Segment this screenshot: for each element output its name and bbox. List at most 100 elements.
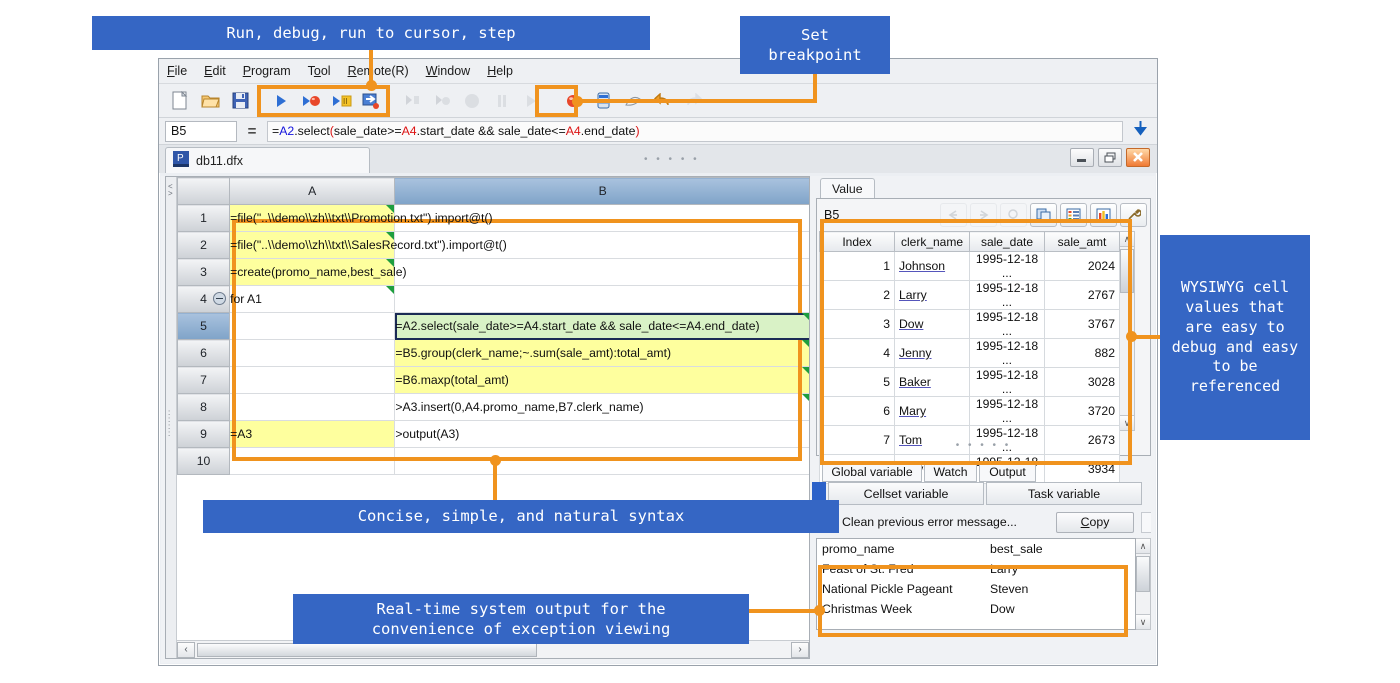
row-header-4[interactable]: 4: [177, 285, 231, 313]
output-line: promo_name best_sale: [822, 542, 1130, 562]
cell-text: =file("..\\demo\\zh\\txt\\Promotion.txt"…: [230, 211, 493, 225]
new-file-icon[interactable]: [167, 89, 193, 113]
arrow-down-icon[interactable]: [1129, 120, 1151, 142]
bottom-tab-cellset-variable[interactable]: Cellset variable: [828, 482, 984, 505]
cell-text: =A2.select(sale_date>=A4.start_date && s…: [395, 319, 760, 333]
collapse-toggle-icon[interactable]: [213, 292, 227, 305]
formula-token: A2: [279, 124, 295, 138]
bottom-tab-watch[interactable]: Watch: [924, 462, 977, 482]
bottom-tab-task-variable[interactable]: Task variable: [986, 482, 1142, 505]
bottom-tab-global-variable[interactable]: Global variable: [822, 462, 922, 482]
row-header-3[interactable]: 3: [177, 258, 231, 286]
bottom-tab-output[interactable]: Output: [979, 462, 1036, 482]
row-header-6[interactable]: 6: [177, 339, 231, 367]
formula-token: .end_date: [580, 124, 636, 138]
connector-breakpoint-v: [813, 74, 817, 102]
formula-token: A4: [401, 124, 417, 138]
formula-input[interactable]: = A2 .select(sale_date>= A4 .start_date && s…: [267, 120, 1123, 142]
menu-item-tool[interactable]: Tool: [308, 64, 331, 78]
minimize-button[interactable]: [1070, 148, 1094, 167]
row-header-7[interactable]: 7: [177, 366, 231, 394]
cell-text: =B6.maxp(total_amt): [395, 373, 509, 387]
callout-output-line2: convenience of exception viewing: [371, 620, 671, 638]
menu-item-file[interactable]: File: [167, 64, 187, 78]
cell-text: =B5.group(clerk_name;~.sum(sale_amt):tot…: [395, 346, 672, 360]
output-scroll-down-button[interactable]: ∨: [1136, 614, 1150, 629]
column-header-B[interactable]: B: [394, 177, 809, 205]
window-controls: [1070, 148, 1150, 167]
close-button[interactable]: [1126, 148, 1150, 167]
menu-item-help[interactable]: Help: [487, 64, 513, 78]
sheet-gutter[interactable]: < > ::::: [166, 177, 177, 658]
dfx-file-icon: P: [173, 151, 189, 170]
pause-disabled-icon: [489, 89, 515, 113]
bottom-tabs-row-2: Cellset variable Task variable: [816, 482, 1151, 506]
document-tab-row: P db11.dfx • • • • •: [159, 145, 1157, 173]
row-header-10[interactable]: 10: [177, 447, 231, 475]
menu-item-remoter[interactable]: Remote(R): [348, 64, 409, 78]
document-tab-db11[interactable]: P db11.dfx: [165, 147, 370, 173]
menu-item-edit[interactable]: Edit: [204, 64, 226, 78]
output-col2: best_sale: [990, 542, 1043, 556]
menu-bar: File Edit Program Tool Remote(R) Window Help: [159, 59, 1157, 84]
scroll-right-button[interactable]: ›: [791, 641, 809, 658]
open-folder-icon[interactable]: [197, 89, 223, 113]
cell-note-marker-icon: [802, 340, 809, 348]
callout-breakpoint-line2: breakpoint: [768, 46, 862, 64]
connector-dot-wysiwyg: [1126, 331, 1137, 342]
copy-button[interactable]: Copy: [1056, 511, 1134, 533]
formula-token: .start_date && sale_date<=: [416, 124, 566, 138]
document-tab-label: db11.dfx: [196, 153, 244, 168]
callout-wysiwyg: WYSIWYG cell values that are easy to deb…: [1160, 235, 1310, 440]
splitter-dots[interactable]: • • • • •: [644, 154, 700, 165]
row-header-2[interactable]: 2: [177, 231, 231, 259]
menu-item-window[interactable]: Window: [426, 64, 470, 78]
callout-breakpoint-line1: Set: [801, 25, 829, 44]
grid-corner[interactable]: [177, 177, 231, 205]
row-header-8[interactable]: 8: [177, 393, 231, 421]
cell-text: >A3.insert(0,A4.promo_name,B7.clerk_name…: [395, 400, 644, 414]
menu-item-program[interactable]: Program: [243, 64, 291, 78]
tab-value[interactable]: Value: [820, 178, 875, 198]
callout-run-debug: Run, debug, run to cursor, step: [92, 16, 650, 50]
clean-error-label: Clean previous error message...: [842, 515, 1017, 529]
connector-dot-output: [814, 605, 825, 616]
callout-output-line1: Real-time system output for the: [376, 599, 666, 618]
column-header-A[interactable]: A: [229, 177, 396, 205]
step-out-disabled-icon: [429, 89, 455, 113]
cell-note-marker-icon: [802, 313, 809, 321]
row-header-1[interactable]: 1: [177, 204, 231, 232]
output-scroll-thumb[interactable]: [1136, 556, 1150, 592]
stop-disabled-icon: [459, 89, 485, 113]
cell-text: =create(promo_name,best_sale): [230, 265, 407, 279]
save-icon[interactable]: [227, 89, 253, 113]
copy-button-label: opy: [1089, 515, 1110, 529]
scroll-left-button[interactable]: ‹: [177, 641, 195, 658]
callout-output: Real-time system output for the convenie…: [293, 594, 749, 644]
connector-dot-run: [366, 80, 377, 91]
cell-B5[interactable]: =A2.select(sale_date>=A4.start_date && s…: [394, 312, 809, 340]
highlight-output-panel: [818, 565, 1128, 637]
output-col1: promo_name: [822, 542, 895, 556]
connector-output: [749, 609, 821, 613]
copy-button-mnemonic: C: [1080, 515, 1090, 529]
highlight-cell-grid: [232, 219, 802, 461]
highlight-value-panel: [820, 219, 1132, 465]
step-into-disabled-icon: [399, 89, 425, 113]
formula-token: .select: [294, 124, 330, 138]
row-header-9[interactable]: 9: [177, 420, 231, 448]
cell-reference-input[interactable]: B5: [165, 120, 237, 142]
equals-sign: =: [247, 122, 257, 140]
restore-button[interactable]: [1098, 148, 1122, 167]
cell-note-marker-icon: [802, 367, 809, 375]
output-scroll-up-button[interactable]: ∧: [1136, 539, 1150, 554]
connector-dot-breakpoint: [572, 96, 583, 107]
bottom-tabs-row-1: Global variable Watch Output: [816, 462, 1151, 482]
row-header-5[interactable]: 5: [177, 312, 231, 340]
hscroll-thumb[interactable]: [197, 642, 537, 657]
cell-text: >output(A3): [395, 427, 460, 441]
overflow-button[interactable]: [1141, 511, 1151, 533]
cell-text: for A1: [230, 292, 262, 306]
callout-set-breakpoint: Set breakpoint: [740, 16, 890, 74]
output-vertical-scrollbar[interactable]: ∧ ∨: [1136, 538, 1151, 630]
